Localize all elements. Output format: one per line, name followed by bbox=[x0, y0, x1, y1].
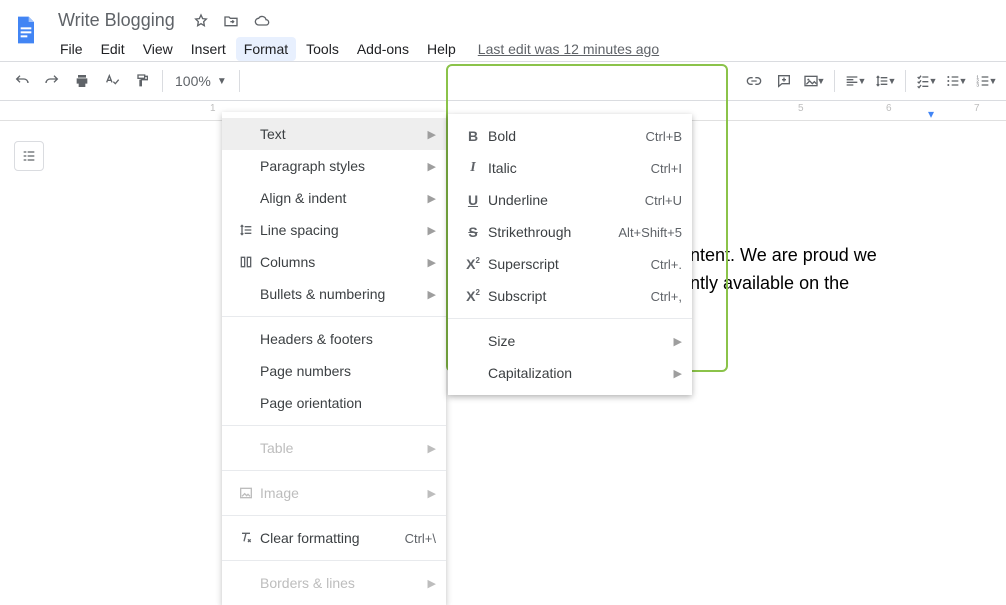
image-icon bbox=[232, 485, 260, 501]
menu-format[interactable]: Format bbox=[236, 37, 296, 61]
star-icon[interactable] bbox=[193, 13, 209, 29]
format-menu-dropdown: Text▶ Paragraph styles▶ Align & indent▶ … bbox=[222, 112, 446, 605]
format-text-item[interactable]: Text▶ bbox=[222, 118, 446, 150]
menu-addons[interactable]: Add-ons bbox=[349, 37, 417, 61]
zoom-selector[interactable]: 100%▼ bbox=[169, 73, 233, 89]
text-size-item[interactable]: Size▶ bbox=[448, 325, 692, 357]
checklist-button[interactable]: ▼ bbox=[912, 67, 940, 95]
menubar: File Edit View Insert Format Tools Add-o… bbox=[52, 37, 998, 61]
redo-button[interactable] bbox=[38, 67, 66, 95]
insert-link-button[interactable] bbox=[740, 67, 768, 95]
format-bullets-numbering-item[interactable]: Bullets & numbering▶ bbox=[222, 278, 446, 310]
text-superscript-item[interactable]: X2 Superscript Ctrl+. bbox=[448, 248, 692, 280]
docs-logo[interactable] bbox=[8, 12, 44, 48]
text-submenu: B Bold Ctrl+B I Italic Ctrl+I U Underlin… bbox=[448, 114, 692, 395]
format-page-numbers-item[interactable]: Page numbers bbox=[222, 355, 446, 387]
format-line-spacing-item[interactable]: Line spacing▶ bbox=[222, 214, 446, 246]
format-borders-lines-item: Borders & lines▶ bbox=[222, 567, 446, 599]
numbered-list-button[interactable]: 123▼ bbox=[972, 67, 1000, 95]
toolbar: 100%▼ ▼ ▼ ▼ ▼ ▼ 123▼ bbox=[0, 61, 1006, 101]
move-icon[interactable] bbox=[223, 13, 239, 29]
caret-down-icon: ▼ bbox=[217, 76, 227, 87]
svg-text:3: 3 bbox=[976, 82, 979, 87]
format-page-orientation-item[interactable]: Page orientation bbox=[222, 387, 446, 419]
subscript-icon: X2 bbox=[458, 288, 488, 304]
bulleted-list-button[interactable]: ▼ bbox=[942, 67, 970, 95]
text-underline-item[interactable]: U Underline Ctrl+U bbox=[448, 184, 692, 216]
add-comment-button[interactable] bbox=[770, 67, 798, 95]
menu-view[interactable]: View bbox=[135, 37, 181, 61]
align-button[interactable]: ▼ bbox=[841, 67, 869, 95]
menu-help[interactable]: Help bbox=[419, 37, 464, 61]
undo-button[interactable] bbox=[8, 67, 36, 95]
text-capitalization-item[interactable]: Capitalization▶ bbox=[448, 357, 692, 389]
menu-edit[interactable]: Edit bbox=[93, 37, 133, 61]
last-edit-link[interactable]: Last edit was 12 minutes ago bbox=[478, 41, 659, 57]
text-bold-item[interactable]: B Bold Ctrl+B bbox=[448, 120, 692, 152]
format-headers-footers-item[interactable]: Headers & footers bbox=[222, 323, 446, 355]
text-italic-item[interactable]: I Italic Ctrl+I bbox=[448, 152, 692, 184]
right-indent-marker[interactable]: ▾ bbox=[928, 107, 934, 121]
columns-icon bbox=[232, 254, 260, 270]
line-spacing-button[interactable]: ▼ bbox=[871, 67, 899, 95]
text-subscript-item[interactable]: X2 Subscript Ctrl+, bbox=[448, 280, 692, 312]
italic-icon: I bbox=[458, 160, 488, 176]
bold-icon: B bbox=[458, 128, 488, 144]
format-align-indent-item[interactable]: Align & indent▶ bbox=[222, 182, 446, 214]
format-image-item: Image▶ bbox=[222, 477, 446, 509]
superscript-icon: X2 bbox=[458, 256, 488, 272]
line-spacing-icon bbox=[232, 222, 260, 238]
menu-file[interactable]: File bbox=[52, 37, 91, 61]
menu-insert[interactable]: Insert bbox=[183, 37, 234, 61]
underline-icon: U bbox=[458, 192, 488, 208]
text-strikethrough-item[interactable]: S Strikethrough Alt+Shift+5 bbox=[448, 216, 692, 248]
menu-tools[interactable]: Tools bbox=[298, 37, 347, 61]
clear-format-icon bbox=[232, 530, 260, 546]
insert-image-button[interactable]: ▼ bbox=[800, 67, 828, 95]
format-columns-item[interactable]: Columns▶ bbox=[222, 246, 446, 278]
spellcheck-button[interactable] bbox=[98, 67, 126, 95]
cloud-saved-icon[interactable] bbox=[253, 13, 271, 29]
print-button[interactable] bbox=[68, 67, 96, 95]
format-clear-formatting-item[interactable]: Clear formatting Ctrl+\ bbox=[222, 522, 446, 554]
paint-format-button[interactable] bbox=[128, 67, 156, 95]
document-outline-button[interactable] bbox=[14, 141, 44, 171]
format-paragraph-styles-item[interactable]: Paragraph styles▶ bbox=[222, 150, 446, 182]
document-title[interactable]: Write Blogging bbox=[52, 8, 181, 33]
format-table-item: Table▶ bbox=[222, 432, 446, 464]
strikethrough-icon: S bbox=[458, 224, 488, 240]
